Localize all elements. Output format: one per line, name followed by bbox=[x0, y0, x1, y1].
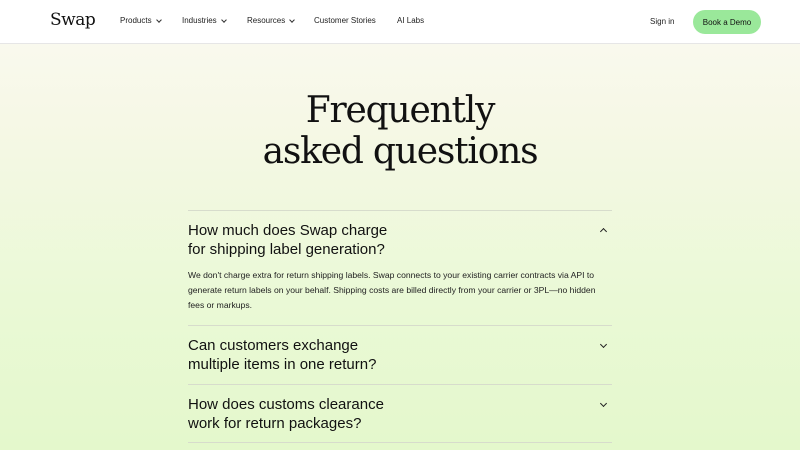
nav-resources-label: Resources bbox=[247, 16, 286, 25]
faq-question-line: Can customers exchange bbox=[188, 337, 359, 354]
nav-resources[interactable]: Resources bbox=[247, 16, 296, 25]
faq-question-line: How does customs clearance bbox=[188, 396, 384, 413]
faq-heading-line1: Frequently bbox=[305, 90, 496, 131]
faq-question[interactable]: How much does Swap charge for shipping l… bbox=[188, 221, 548, 259]
faq-heading-line2: asked questions bbox=[262, 131, 539, 172]
faq-question-line: multiple items in one return? bbox=[188, 356, 377, 373]
chevron-down-icon bbox=[289, 16, 296, 23]
faq-answer: We don't charge extra for return shippin… bbox=[188, 270, 596, 310]
nav-ai-labs-label: AI Labs bbox=[397, 16, 425, 25]
faq-item-customs-clearance[interactable]: How does customs clearance work for retu… bbox=[188, 384, 612, 443]
nav-products[interactable]: Products bbox=[120, 16, 162, 25]
chevron-down-icon bbox=[155, 16, 162, 23]
chevron-down-icon[interactable] bbox=[599, 340, 608, 349]
faq-list: How much does Swap charge for shipping l… bbox=[188, 210, 612, 443]
faq-question-line: work for return packages? bbox=[188, 415, 362, 432]
nav-industries-label: Industries bbox=[182, 16, 217, 25]
swap-logo[interactable]: Swap bbox=[50, 10, 96, 30]
faq-heading: Frequently asked questions bbox=[0, 90, 800, 172]
nav-products-label: Products bbox=[120, 16, 152, 25]
nav-ai-labs[interactable]: AI Labs bbox=[397, 16, 424, 25]
chevron-up-icon[interactable] bbox=[599, 227, 608, 236]
faq-question-line: for shipping label generation? bbox=[188, 241, 385, 258]
book-demo-button[interactable]: Book a Demo bbox=[693, 10, 761, 34]
nav-industries[interactable]: Industries bbox=[182, 16, 227, 25]
nav-customer-stories-label: Customer Stories bbox=[314, 16, 376, 25]
faq-question-line: How much does Swap charge bbox=[188, 222, 388, 239]
nav-customer-stories[interactable]: Customer Stories bbox=[314, 16, 376, 25]
faq-question[interactable]: How does customs clearance work for retu… bbox=[188, 395, 548, 433]
sign-in-link[interactable]: Sign in bbox=[650, 17, 674, 26]
chevron-down-icon bbox=[220, 16, 227, 23]
chevron-down-icon[interactable] bbox=[599, 399, 608, 408]
top-navigation: Swap Products Industries Resources Custo… bbox=[0, 0, 800, 44]
faq-item-exchange-items[interactable]: Can customers exchange multiple items in… bbox=[188, 325, 612, 384]
faq-question[interactable]: Can customers exchange multiple items in… bbox=[188, 336, 548, 374]
faq-item-shipping-labels[interactable]: How much does Swap charge for shipping l… bbox=[188, 210, 612, 325]
